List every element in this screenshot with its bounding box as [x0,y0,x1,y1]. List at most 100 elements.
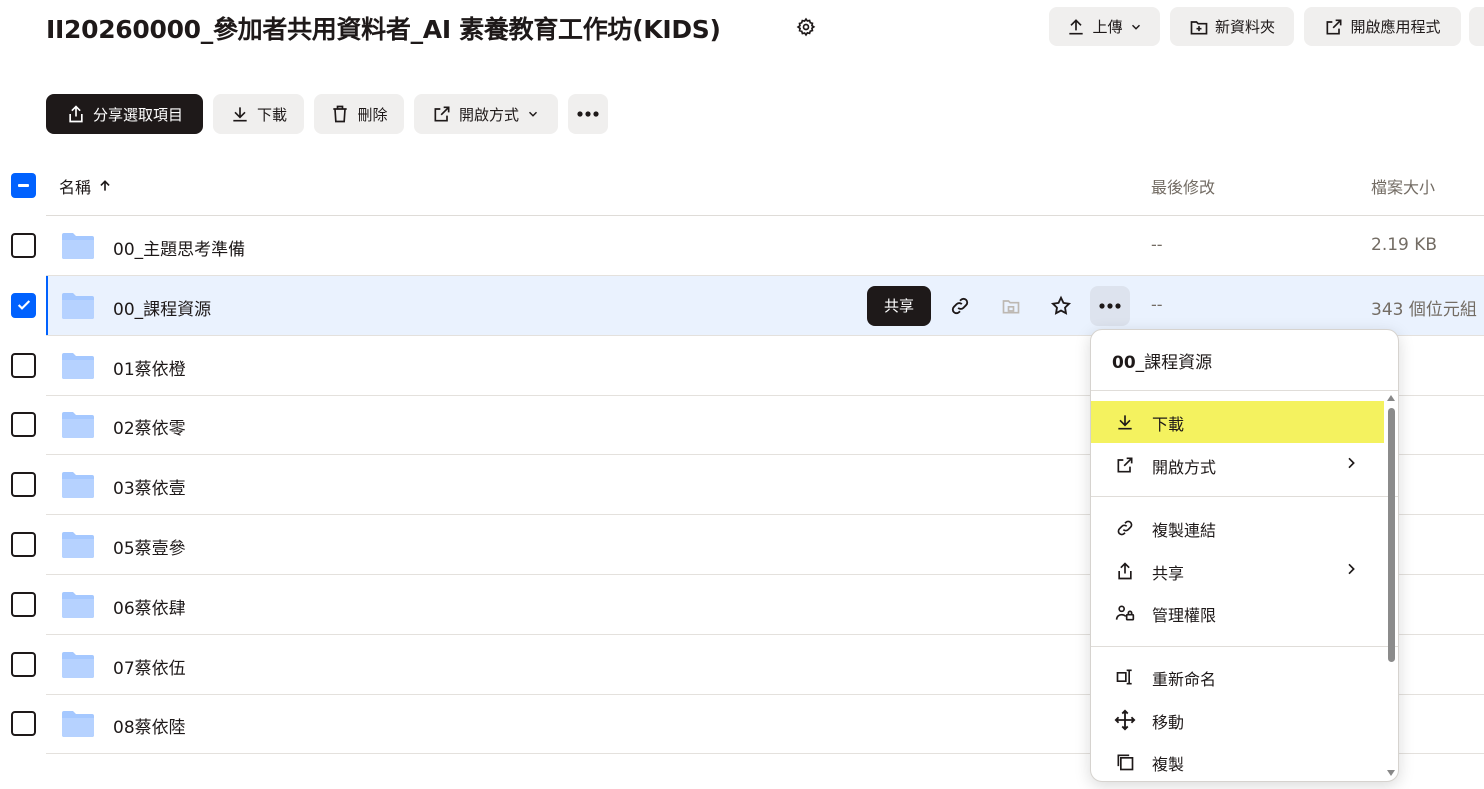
upload-label: 上傳 [1092,18,1123,36]
trash-icon [333,105,348,123]
header-more-button[interactable] [1469,7,1484,46]
folder-icon [62,651,94,678]
people-lock-icon [1114,602,1136,624]
delete-label: 刪除 [357,105,388,124]
delete-button[interactable]: 刪除 [314,94,404,134]
select-all-checkbox[interactable] [11,173,36,198]
toolbar-more-button[interactable] [568,94,608,134]
move-icon [1114,709,1136,731]
upload-icon [1069,18,1084,34]
menu-item-copy-link-label: 複製連結 [1152,521,1217,540]
menu-item-open-with-label: 開啟方式 [1152,458,1217,477]
folder-icon [62,352,94,379]
upload-button[interactable]: 上傳 [1049,7,1160,46]
share-selected-label: 分享選取項目 [92,105,183,124]
row-checkbox[interactable] [11,412,36,438]
open-app-label: 開啟應用程式 [1350,18,1441,36]
row-checkbox[interactable] [11,532,36,557]
open-app-button[interactable]: 開啟應用程式 [1304,7,1461,46]
column-header-size[interactable]: 檔案大小 [1371,174,1435,198]
column-header-modified[interactable]: 最後修改 [1151,174,1215,198]
chevron-down-icon [1131,24,1140,30]
menu-item-copy-link[interactable]: 複製連結 [1091,507,1384,549]
file-row[interactable]: 00_課程資源 -- 343 個位元組 共享 [0,275,1484,336]
row-more-button[interactable] [1090,285,1130,326]
download-button[interactable]: 下載 [213,94,304,134]
gear-icon[interactable] [794,15,818,39]
check-icon [17,300,30,311]
menu-item-move-label: 移動 [1152,713,1185,732]
share-icon [1114,560,1136,582]
link-icon [1114,517,1136,539]
file-modified: -- [1151,235,1163,254]
download-icon [233,107,247,122]
more-icon [1099,303,1121,309]
file-size: 2.19 KB [1371,235,1438,255]
new-folder-icon [1190,20,1208,34]
external-link-icon [434,106,450,122]
column-name-label: 名稱 [59,178,92,197]
file-name[interactable]: 05蔡壹參 [113,534,186,559]
more-icon [577,111,599,117]
menu-item-open-with[interactable]: 開啟方式 [1091,444,1384,486]
menu-item-share[interactable]: 共享 [1091,550,1384,592]
row-checkbox[interactable] [11,711,36,737]
menu-item-download[interactable]: 下載 [1091,401,1384,443]
menu-item-rename-label: 重新命名 [1152,670,1217,689]
new-folder-button[interactable]: 新資料夾 [1170,7,1294,46]
menu-item-rename[interactable]: 重新命名 [1091,656,1384,698]
folder-move-icon [995,290,1027,322]
file-name[interactable]: 07蔡依伍 [113,654,186,679]
file-name[interactable]: 08蔡依陸 [113,713,186,738]
row-checkbox[interactable] [11,233,36,258]
row-background [46,216,1484,276]
file-name[interactable]: 02蔡依零 [113,414,186,439]
share-selected-button[interactable]: 分享選取項目 [46,94,203,134]
row-background [46,275,1484,336]
menu-item-manage-permissions[interactable]: 管理權限 [1091,592,1384,634]
folder-icon [62,232,94,259]
row-checkbox[interactable] [11,591,36,617]
link-icon[interactable] [944,290,976,322]
menu-divider [1091,646,1398,647]
menu-divider [1091,390,1398,391]
file-name[interactable]: 00_主題思考準備 [113,235,245,260]
scroll-up-arrow[interactable] [1387,395,1395,401]
star-icon[interactable] [1045,290,1077,322]
row-checkbox[interactable] [11,651,36,677]
chevron-right-icon [1343,561,1359,581]
folder-icon [62,471,94,499]
menu-item-download-label: 下載 [1152,415,1185,434]
download-label: 下載 [256,105,287,124]
file-size: 343 個位元組 [1371,299,1477,320]
open-with-label: 開啟方式 [458,105,519,124]
file-name[interactable]: 06蔡依肆 [113,594,186,619]
folder-icon [62,531,94,558]
row-checkbox[interactable] [11,292,36,318]
file-name[interactable]: 01蔡依橙 [113,355,186,380]
folder-icon [62,292,94,319]
menu-item-share-label: 共享 [1152,564,1185,583]
chevron-right-icon [1343,455,1359,475]
file-row[interactable]: 00_主題思考準備 -- 2.19 KB [0,216,1484,276]
file-name[interactable]: 03蔡依壹 [113,474,186,499]
menu-item-copy-label: 複製 [1152,755,1185,774]
row-checkbox[interactable] [11,472,36,498]
menu-item-move[interactable]: 移動 [1091,699,1384,741]
file-modified: -- [1151,294,1163,314]
row-share-button[interactable]: 共享 [867,285,931,326]
page-title: II20260000_參加者共用資料者_AI 素養教育工作坊(KIDS) [46,15,721,44]
menu-title-rest: _課程資源 [1135,353,1213,373]
external-link-icon [1326,19,1342,34]
scroll-down-arrow[interactable] [1387,770,1395,776]
open-with-button[interactable]: 開啟方式 [414,94,558,134]
column-header-name[interactable]: 名稱 [59,174,112,198]
menu-scrollbar-thumb[interactable] [1388,408,1395,662]
menu-divider [1091,496,1398,497]
row-checkbox[interactable] [11,352,36,378]
folder-icon [62,411,94,439]
file-name[interactable]: 00_課程資源 [113,295,211,320]
menu-item-manage-permissions-label: 管理權限 [1152,606,1217,625]
menu-item-copy[interactable]: 複製 [1091,741,1384,781]
folder-icon [62,591,94,618]
